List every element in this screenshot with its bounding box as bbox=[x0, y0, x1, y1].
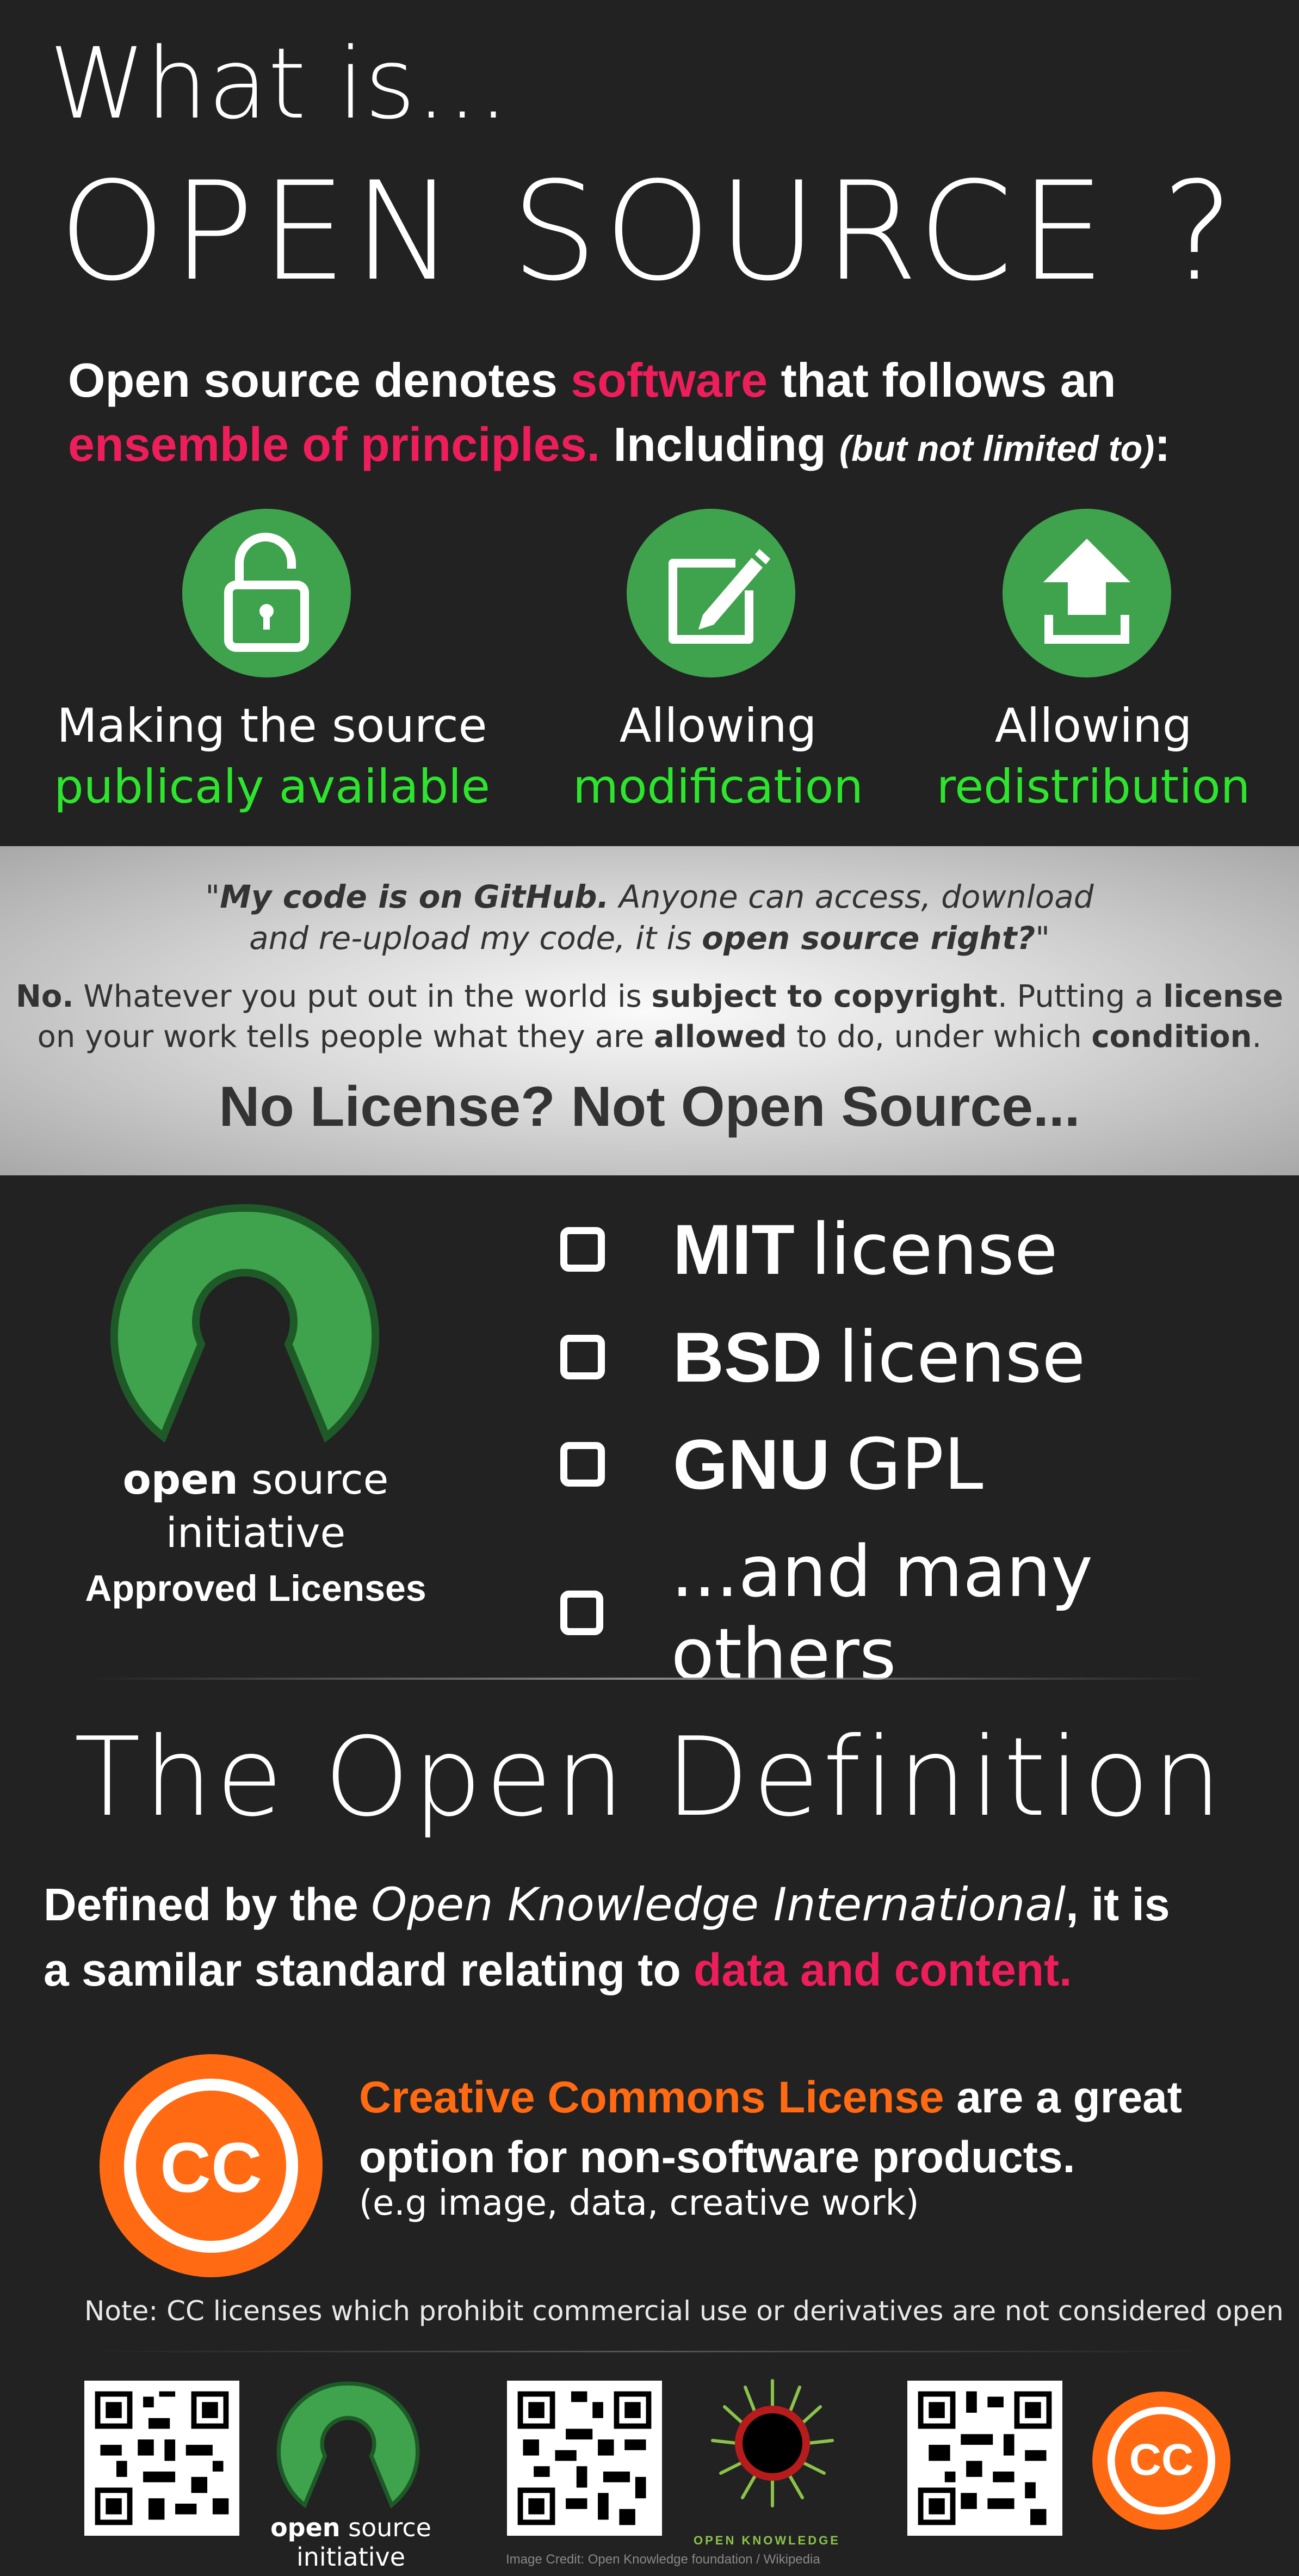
edit-pencil-icon bbox=[627, 509, 795, 677]
feature-label-line2: redistribution bbox=[936, 760, 1251, 814]
image-credit: Image Credit: Open Knowledge foundation … bbox=[506, 2552, 820, 2567]
answer-part: . Putting a bbox=[997, 979, 1164, 1014]
checkbox-icon bbox=[560, 1335, 605, 1379]
title-what-is: What is... bbox=[49, 27, 509, 141]
quote-part: " bbox=[205, 878, 220, 915]
osi-footer-source: source bbox=[340, 2513, 431, 2542]
cc-logo-icon: CC bbox=[97, 2051, 325, 2283]
quote-part: My code is on GitHub. bbox=[220, 878, 609, 915]
answer-part: allowed bbox=[653, 1019, 787, 1055]
def-part: a samilar standard relating to bbox=[44, 1944, 694, 1995]
answer-part: condition bbox=[1091, 1019, 1252, 1055]
unlocked-padlock-icon bbox=[182, 509, 351, 677]
checkbox-icon bbox=[560, 1442, 605, 1487]
intro-part: Open source denotes bbox=[68, 353, 571, 407]
quote-text: "My code is on GitHub. Anyone can access… bbox=[0, 876, 1299, 959]
feature-label-line2: modification bbox=[573, 760, 863, 814]
cc-examples: (e.g image, data, creative work) bbox=[359, 2183, 919, 2223]
osi-source: source bbox=[238, 1455, 389, 1503]
feature-modification: Allowing modification bbox=[522, 695, 914, 817]
osi-name: open source initiative bbox=[33, 1453, 479, 1560]
quote-part: open source right? bbox=[702, 920, 1036, 957]
def-part: Defined by the bbox=[44, 1879, 372, 1930]
cc-logo-text: CC bbox=[160, 2128, 262, 2207]
qr-code-osi-icon[interactable] bbox=[84, 2381, 239, 2536]
cc-note: Note: CC licenses which prohibit commerc… bbox=[84, 2295, 1284, 2327]
answer-text: No. Whatever you put out in the world is… bbox=[0, 977, 1299, 1057]
footer-divider bbox=[87, 2351, 1208, 2352]
license-item-gnu: GNU GPL bbox=[560, 1423, 983, 1506]
upload-arrow-icon bbox=[1003, 509, 1171, 677]
answer-part: Whatever you put out in the world is bbox=[73, 979, 652, 1014]
osi-keyhole-logo-icon bbox=[109, 1203, 381, 1461]
license-item-bsd: BSD license bbox=[560, 1316, 1085, 1398]
open-definition-text: Defined by the Open Knowledge Internatio… bbox=[44, 1872, 1267, 2002]
def-part: , it is bbox=[1066, 1879, 1170, 1930]
osi-footer-open: open bbox=[270, 2513, 341, 2542]
osi-approved-licenses: Approved Licenses bbox=[85, 1568, 426, 1609]
def-org: Open Knowledge International bbox=[371, 1878, 1066, 1931]
intro-paren: (but not limited to) bbox=[839, 428, 1155, 469]
feature-label-line1: Making the source bbox=[57, 699, 487, 753]
feature-source-available: Making the source publicaly available bbox=[22, 695, 522, 817]
copyright-band: "My code is on GitHub. Anyone can access… bbox=[0, 846, 1299, 1175]
open-knowledge-label: OPEN KNOWLEDGE bbox=[694, 2534, 840, 2547]
intro-part: that follows an bbox=[768, 353, 1116, 407]
license-name: BSD bbox=[673, 1317, 822, 1397]
feature-label-line1: Allowing bbox=[619, 699, 817, 753]
answer-part: No. bbox=[15, 979, 74, 1014]
license-name: MIT bbox=[673, 1210, 795, 1289]
feature-redistribution: Allowing redistribution bbox=[914, 695, 1273, 817]
cc-footer-logo-text: CC bbox=[1129, 2435, 1194, 2485]
answer-part: . bbox=[1252, 1019, 1262, 1055]
osi-footer-initiative: initiative bbox=[296, 2542, 406, 2572]
osi-footer-logo-icon bbox=[272, 2381, 424, 2519]
answer-part: subject to copyright bbox=[651, 979, 998, 1014]
cc-license-name: Creative Commons License bbox=[359, 2073, 944, 2122]
cc-part: option for non-software products. bbox=[359, 2133, 1075, 2182]
license-suffix: ...and many others bbox=[671, 1530, 1093, 1696]
quote-part: " bbox=[1035, 920, 1050, 957]
quote-part: Anyone can access, download bbox=[609, 878, 1094, 915]
intro-part: : bbox=[1154, 417, 1171, 471]
intro-text: Open source denotes software that follow… bbox=[68, 348, 1265, 480]
section-divider bbox=[87, 1678, 1208, 1680]
osi-initiative: initiative bbox=[165, 1508, 346, 1557]
license-item-mit: MIT license bbox=[560, 1208, 1058, 1291]
open-definition-title: The Open Definition bbox=[74, 1714, 1225, 1841]
answer-part: on your work tells people what they are bbox=[37, 1019, 654, 1055]
qr-code-cc-icon[interactable] bbox=[907, 2381, 1062, 2536]
license-suffix: license bbox=[838, 1316, 1086, 1398]
license-name: GNU bbox=[673, 1425, 830, 1504]
checkbox-icon bbox=[560, 1591, 603, 1635]
feature-label-line1: Allowing bbox=[994, 699, 1192, 753]
osi-footer-name: open source initiative bbox=[256, 2513, 446, 2572]
osi-open: open bbox=[122, 1455, 238, 1503]
answer-part: to do, under which bbox=[787, 1019, 1092, 1055]
quote-part: and re-upload my code, it is bbox=[249, 920, 702, 957]
intro-highlight-principles: ensemble of principles. bbox=[68, 417, 601, 471]
no-license-heading: No License? Not Open Source... bbox=[219, 1075, 1080, 1138]
intro-part: Including bbox=[600, 417, 840, 471]
license-suffix: license bbox=[811, 1208, 1058, 1291]
qr-code-open-knowledge-icon[interactable] bbox=[507, 2381, 662, 2536]
license-suffix: GPL bbox=[846, 1423, 983, 1506]
page-title: OPEN SOURCE ? bbox=[58, 152, 1241, 311]
license-item-others: ...and many others bbox=[560, 1530, 1299, 1696]
open-knowledge-logo-icon bbox=[696, 2370, 849, 2530]
checkbox-icon bbox=[560, 1227, 605, 1272]
cc-footer-logo-icon: CC bbox=[1091, 2390, 1232, 2534]
cc-description: Creative Commons License are a great opt… bbox=[359, 2068, 1257, 2187]
answer-part: license bbox=[1163, 979, 1284, 1014]
intro-highlight-software: software bbox=[571, 353, 768, 407]
feature-label-line2: publicaly available bbox=[54, 760, 490, 814]
def-highlight: data and content. bbox=[694, 1944, 1072, 1995]
cc-part: are a great bbox=[944, 2073, 1183, 2122]
